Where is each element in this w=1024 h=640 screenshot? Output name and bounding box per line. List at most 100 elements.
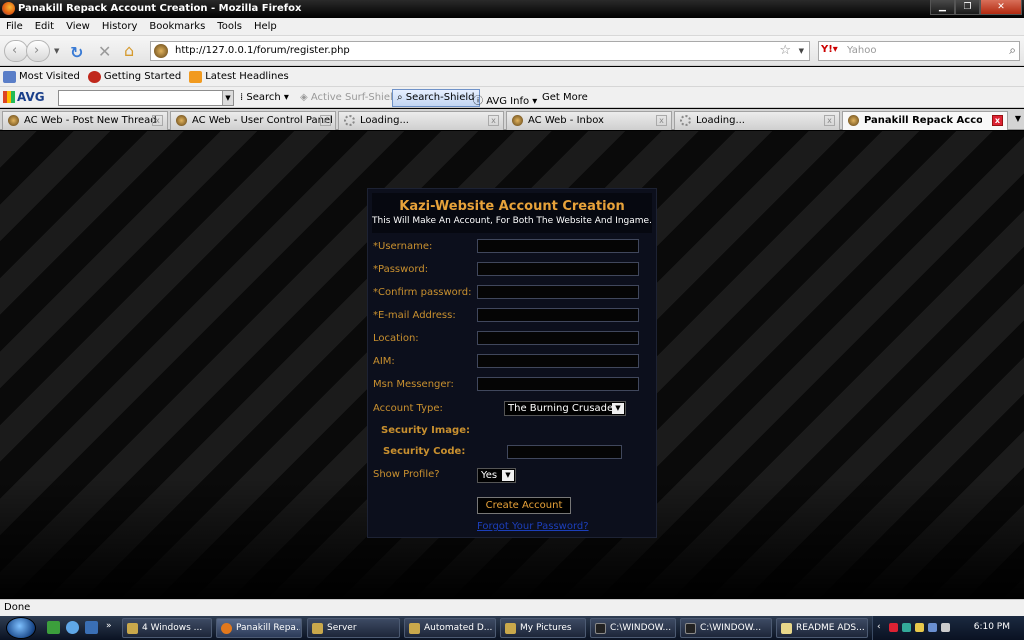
password-input[interactable] [477,262,639,276]
tab-post-new-thread[interactable]: AC Web - Post New Thread x [2,111,168,130]
bookmark-star-icon[interactable]: ☆ [779,43,791,58]
back-button[interactable]: ‹ [4,40,28,62]
tray-app-icon[interactable] [902,623,911,632]
menu-history[interactable]: History [102,21,138,32]
taskbar-item[interactable]: My Pictures [500,618,586,638]
aim-input[interactable] [477,354,639,368]
search-icon[interactable]: ⌕ [1009,43,1016,58]
forward-button[interactable]: › [26,40,50,62]
reload-icon[interactable]: ↻ [70,43,83,62]
tab-close-icon[interactable]: x [152,115,163,126]
avg-logo-text: AVG [17,90,45,104]
home-icon[interactable]: ⌂ [124,41,134,60]
tab-close-icon[interactable]: x [488,115,499,126]
minimize-button[interactable]: ▁ [930,0,955,15]
avg-search-shield-button[interactable]: ⌕ Search-Shield [392,89,480,107]
avg-info-button[interactable]: ⓘ AVG Info ▾ [473,92,537,107]
window-controls: ▁ ❐ ✕ [930,0,1022,16]
tray-app-icon[interactable] [915,623,924,632]
menu-tools[interactable]: Tools [217,21,242,32]
taskbar-item[interactable]: README ADS... [776,618,868,638]
show-desktop-icon[interactable] [85,621,98,634]
maximize-button[interactable]: ❐ [955,0,980,15]
url-text[interactable]: http://127.0.0.1/forum/register.php [175,45,350,56]
chevron-down-icon: ▼ [612,403,624,414]
forgot-password-link[interactable]: Forgot Your Password? [477,521,589,532]
loading-spinner-icon [680,115,691,126]
folder-icon [409,623,420,634]
url-bar[interactable]: http://127.0.0.1/forum/register.php ☆ ▼ [150,41,810,61]
username-label: *Username: [373,241,433,252]
tab-close-icon[interactable]: x [656,115,667,126]
show-profile-label: Show Profile? [373,469,440,480]
avg-logo[interactable]: AVG [3,90,45,104]
msn-input[interactable] [477,377,639,391]
firefox-bookmark-icon [87,70,101,83]
account-type-select[interactable]: The Burning Crusade ▼ [504,401,626,416]
location-input[interactable] [477,331,639,345]
bookmark-getting-started[interactable]: Getting Started [87,70,182,83]
history-dropdown-icon[interactable]: ▼ [54,47,59,55]
taskbar-label: README ADS... [796,623,864,633]
avg-surf-shield-button[interactable]: ◈ Active Surf-Shield [300,92,399,103]
email-input[interactable] [477,308,639,322]
tab-close-icon[interactable]: x [824,115,835,126]
menu-bookmarks[interactable]: Bookmarks [149,21,205,32]
search-placeholder: Yahoo [847,45,877,56]
tab-inbox[interactable]: AC Web - Inbox x [506,111,672,130]
search-bar[interactable]: Y!▾ Yahoo ⌕ [818,41,1020,61]
taskbar-item[interactable]: Automated D... [404,618,496,638]
avg-dropdown-icon[interactable]: ▼ [222,91,233,105]
show-profile-select[interactable]: Yes ▼ [477,468,516,483]
tab-loading-2[interactable]: Loading... x [674,111,840,130]
taskbar-label: Automated D... [424,623,493,633]
network-icon[interactable] [928,623,937,632]
taskbar-item[interactable]: Server [307,618,400,638]
security-code-input[interactable] [507,445,622,459]
confirm-password-input[interactable] [477,285,639,299]
tray-app-icon[interactable] [889,623,898,632]
taskbar-item[interactable]: C:\WINDOW... [590,618,676,638]
menu-view[interactable]: View [66,21,90,32]
site-favicon-icon [8,115,19,126]
quicklaunch-expand-icon[interactable]: » [106,621,112,631]
taskbar-item[interactable]: 4 Windows ... [122,618,212,638]
taskbar-label: C:\WINDOW... [700,623,762,633]
tab-loading[interactable]: Loading... x [338,111,504,130]
volume-icon[interactable] [941,623,950,632]
start-button[interactable] [6,617,36,639]
window-titlebar: Panakill Repack Account Creation - Mozil… [0,0,1024,18]
windows-group-icon [127,623,138,634]
bookmark-most-visited[interactable]: Most Visited [3,70,80,83]
bookmarks-toolbar: Most Visited Getting Started Latest Head… [0,67,1024,87]
folder-icon [312,623,323,634]
tab-user-control-panel[interactable]: AC Web - User Control Panel x [170,111,336,130]
quicklaunch-app-icon[interactable] [47,621,60,634]
avg-search-button[interactable]: ⁞ Search ▾ [240,92,289,103]
tab-account-creation[interactable]: Panakill Repack Account ... x [842,111,1008,130]
close-window-button[interactable]: ✕ [980,0,1022,15]
bookmark-latest-headlines[interactable]: Latest Headlines [189,70,289,83]
tray-expand-icon[interactable]: ‹ [877,622,881,632]
chevron-down-icon: ▼ [502,470,514,481]
menu-help[interactable]: Help [254,21,277,32]
bookmark-label: Most Visited [19,71,80,82]
taskbar-item-firefox[interactable]: Panakill Repa... [216,618,302,638]
list-all-tabs-icon[interactable]: ▼ [1015,114,1021,123]
clock[interactable]: 6:10 PM [974,622,1010,632]
yahoo-engine-icon[interactable]: Y!▾ [821,44,843,58]
menu-file[interactable]: File [6,21,23,32]
tab-close-icon[interactable]: x [992,115,1003,126]
username-input[interactable] [477,239,639,253]
create-account-button[interactable]: Create Account [477,497,571,514]
avg-search-input[interactable]: ▼ [58,90,234,106]
confirm-password-label: *Confirm password: [373,287,472,298]
taskbar-item[interactable]: C:\WINDOW... [680,618,772,638]
menu-edit[interactable]: Edit [35,21,54,32]
stop-icon[interactable]: ✕ [98,42,111,61]
avg-get-more-button[interactable]: Get More [542,92,588,103]
tab-close-icon[interactable]: x [320,115,331,126]
bookmark-label: Getting Started [103,71,182,82]
quicklaunch-ie-icon[interactable] [66,621,79,634]
url-dropdown-icon[interactable]: ▼ [799,47,804,55]
